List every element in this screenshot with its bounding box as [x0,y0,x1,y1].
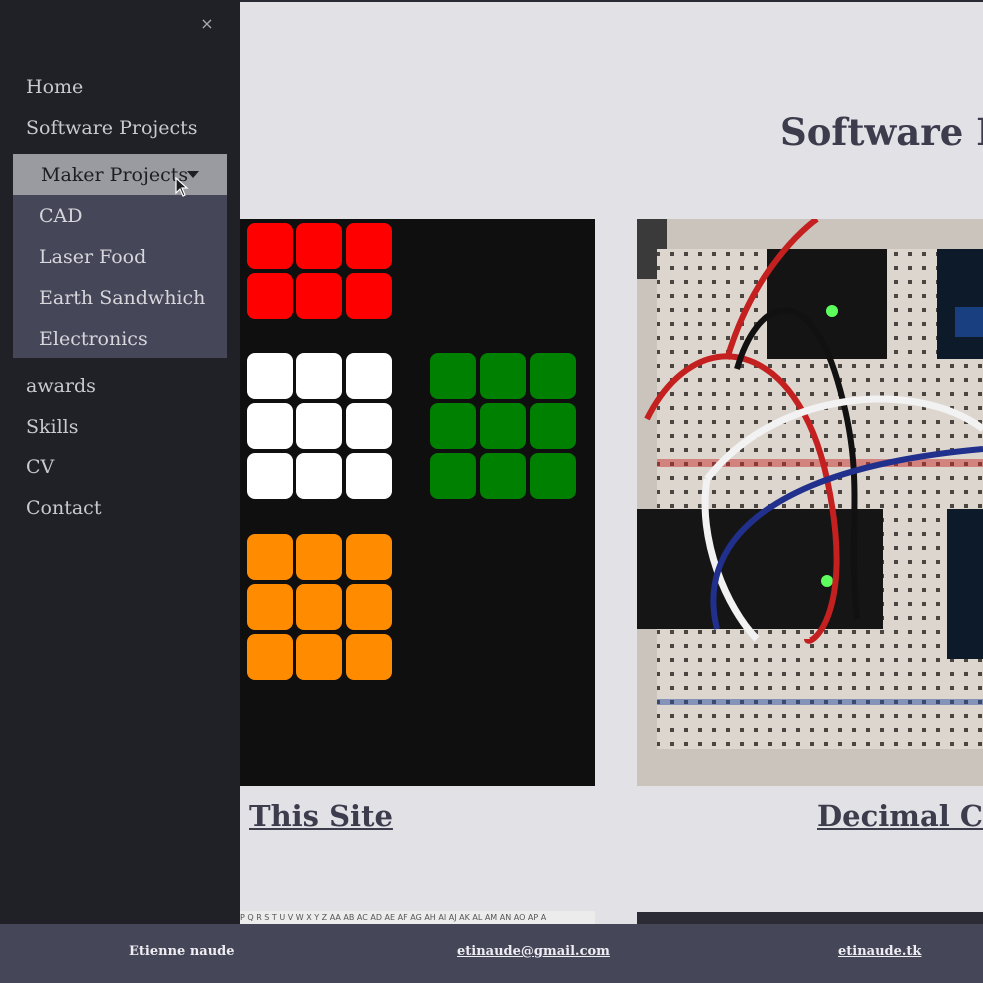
nav-item-skills[interactable]: Skills [26,415,79,439]
breadboard-photo-illustration [637,219,983,786]
dropdown-label: Maker Projects [41,164,189,186]
white-tile [346,353,392,399]
green-tile [530,353,576,399]
footer: Etienne naude etinaude@gmail.com etinaud… [0,924,983,983]
white-tile [346,403,392,449]
green-tile [430,453,476,499]
white-tile [296,353,342,399]
footer-email-link[interactable]: etinaude@gmail.com [457,944,610,959]
orange-tile [296,634,342,680]
red-tile [346,223,392,269]
nav-item-contact[interactable]: Contact [26,496,101,520]
green-tile [430,353,476,399]
next-card-image-top: P Q R S T U V W X Y Z AA AB AC AD AE AF … [240,911,595,924]
sidebar: × Home Software Projects Maker Projects … [0,0,240,924]
white-tile [346,453,392,499]
white-tile [247,453,293,499]
orange-tile [247,534,293,580]
next-card-image-top-2 [637,912,983,924]
red-tile [296,223,342,269]
orange-tile [247,584,293,630]
dropdown-menu: Maker Projects CAD Laser Food Earth Sand… [13,154,227,358]
dropdown-item-earth-sandwhich[interactable]: Earth Sandwhich [39,286,205,310]
footer-name: Etienne naude [129,944,235,959]
nav-item-awards[interactable]: awards [26,374,96,398]
green-tile [480,353,526,399]
nav-item-home[interactable]: Home [26,75,83,99]
white-tile [296,453,342,499]
nav-item-software-projects[interactable]: Software Projects [26,116,198,140]
page-title: Software P [780,110,983,154]
orange-tile [296,584,342,630]
orange-tile [346,534,392,580]
orange-tile [346,634,392,680]
dropdown-item-electronics[interactable]: Electronics [39,327,148,351]
close-icon[interactable]: × [198,14,216,34]
mouse-cursor-icon [175,177,189,197]
nav-item-cv[interactable]: CV [26,455,54,479]
red-tile [346,273,392,319]
dropdown-item-cad[interactable]: CAD [39,204,83,228]
green-tile [530,453,576,499]
white-tile [247,353,293,399]
red-tile [296,273,342,319]
card-title-this-site[interactable]: This Site [249,797,393,835]
red-tile [247,223,293,269]
green-tile [430,403,476,449]
orange-tile [346,584,392,630]
card-title-decimal-clock[interactable]: Decimal Clo [817,797,983,835]
green-tile [530,403,576,449]
green-tile [480,403,526,449]
orange-tile [296,534,342,580]
white-tile [247,403,293,449]
footer-site-link[interactable]: etinaude.tk [838,944,921,959]
orange-tile [247,634,293,680]
dropdown-item-laser-food[interactable]: Laser Food [39,245,146,269]
green-tile [480,453,526,499]
project-image-this-site[interactable] [240,219,595,786]
white-tile [296,403,342,449]
dropdown-maker-projects-button[interactable]: Maker Projects [13,154,227,195]
project-image-decimal-clock[interactable] [637,219,983,786]
red-tile [247,273,293,319]
